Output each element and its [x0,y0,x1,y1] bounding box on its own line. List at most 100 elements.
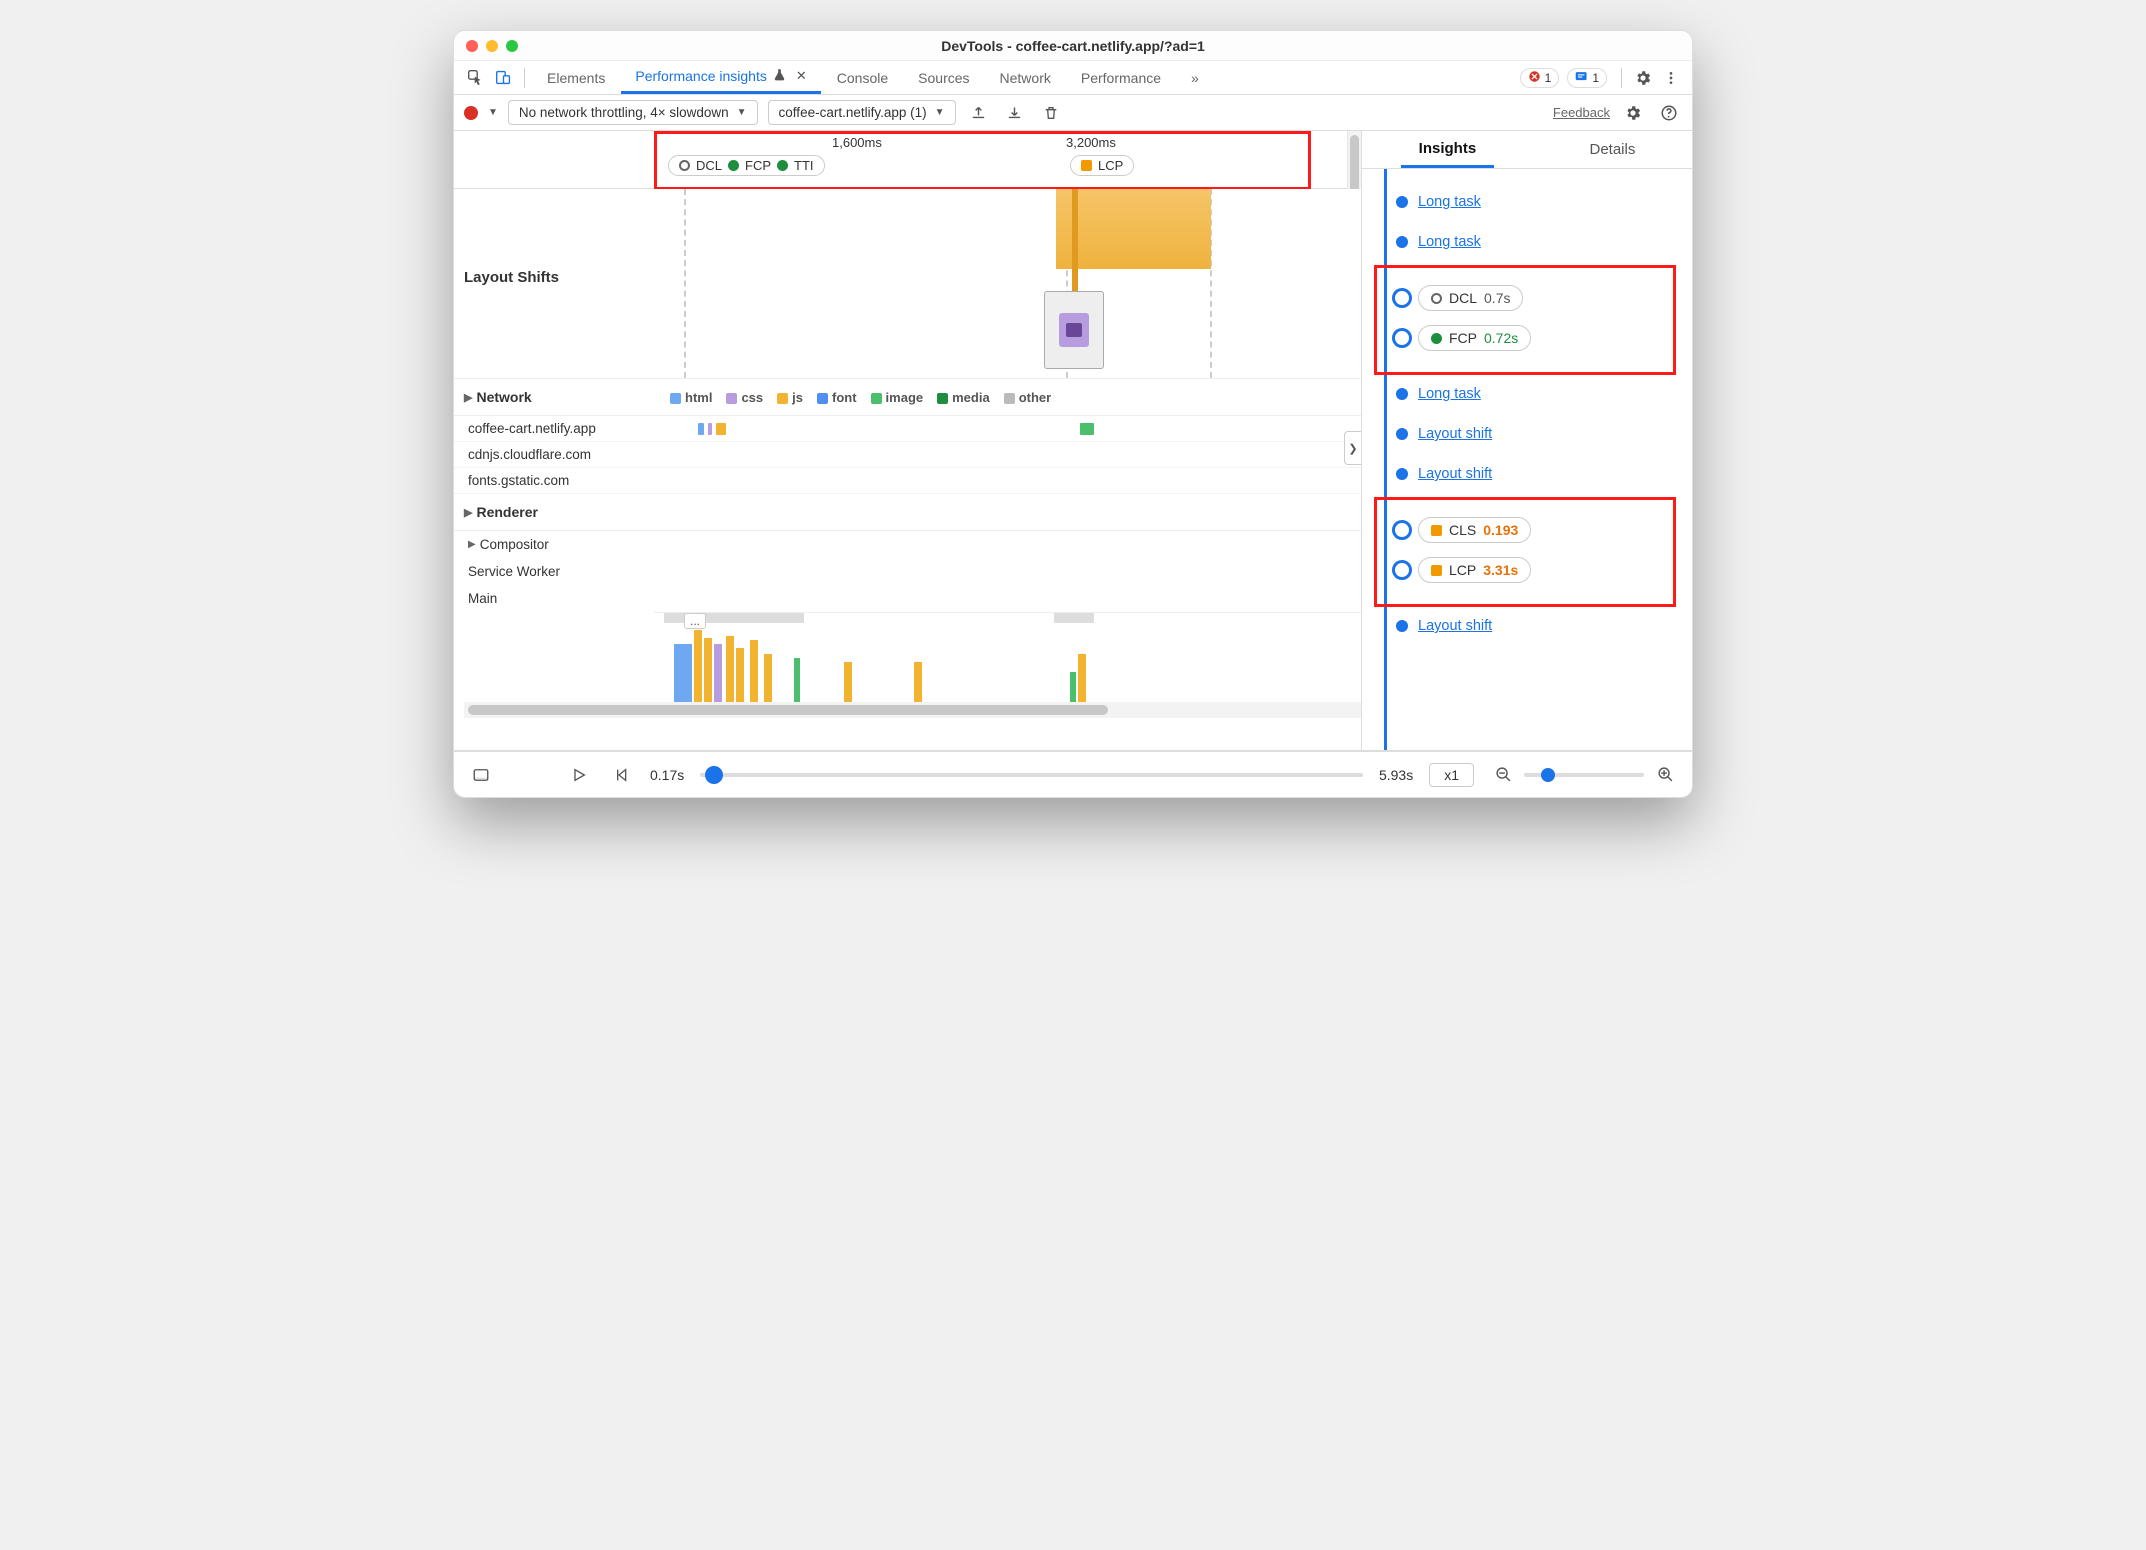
lcp-icon [1431,565,1442,576]
slider-knob-icon[interactable] [705,766,723,784]
fcp-pill[interactable]: FCP 0.72s [1418,325,1531,351]
network-rows: coffee-cart.netlify.app cdnjs.cloudflare… [454,416,1361,494]
timeline-dot-icon [1396,468,1408,480]
layout-shift-link[interactable]: Layout shift [1418,466,1492,482]
insight-dcl[interactable]: DCL 0.7s [1378,283,1682,313]
shift-block[interactable] [1056,189,1211,269]
kebab-icon[interactable] [1658,65,1684,91]
play-icon[interactable] [566,762,592,788]
timeline-ruler[interactable]: 1,600ms 3,200ms DCL FCP TTI LCP [454,131,1361,189]
compositor-row[interactable]: ▶ Compositor [454,531,1361,558]
tab-performance-insights[interactable]: Performance insights ✕ [621,61,820,94]
dcl-pill[interactable]: DCL 0.7s [1418,285,1523,311]
tab-performance[interactable]: Performance [1067,61,1175,95]
tab-sources[interactable]: Sources [904,61,983,95]
insight-layout-shift[interactable]: Layout shift [1378,611,1682,641]
network-row[interactable]: coffee-cart.netlify.app [454,416,1361,442]
divider [1621,68,1622,88]
info-badge[interactable]: 1 [1567,68,1607,88]
playback-slider[interactable] [700,773,1363,777]
playback-speed[interactable]: x1 [1429,763,1474,787]
skip-back-icon[interactable] [608,762,634,788]
insight-cls[interactable]: CLS 0.193 [1378,515,1682,545]
inspect-icon[interactable] [462,65,488,91]
insight-lcp[interactable]: LCP 3.31s [1378,555,1682,585]
long-task-link[interactable]: Long task [1418,194,1481,210]
insight-long-task[interactable]: Long task [1378,187,1682,217]
long-task-link[interactable]: Long task [1418,234,1481,250]
chevron-right-icon: ▶ [464,506,472,519]
insight-long-task[interactable]: Long task [1378,227,1682,257]
insight-fcp[interactable]: FCP 0.72s [1378,323,1682,353]
service-worker-row[interactable]: Service Worker [454,558,1361,585]
tab-console[interactable]: Console [823,61,902,95]
zoom-in-icon[interactable] [1652,762,1678,788]
tab-insights[interactable]: Insights [1401,131,1495,168]
delete-icon[interactable] [1038,100,1064,126]
lcp-label: LCP [1098,158,1123,173]
renderer-track-header[interactable]: ▶ Renderer [454,494,1361,531]
content-area: 1,600ms 3,200ms DCL FCP TTI LCP [454,131,1692,751]
insight-long-task[interactable]: Long task [1378,379,1682,409]
minimize-icon[interactable] [486,40,498,52]
horizontal-scrollbar[interactable] [464,702,1361,718]
tab-network[interactable]: Network [986,61,1065,95]
slider-knob-icon[interactable] [1541,768,1555,782]
close-icon[interactable] [466,40,478,52]
insight-layout-shift[interactable]: Layout shift [1378,419,1682,449]
cls-pill[interactable]: CLS 0.193 [1418,517,1531,543]
error-badge[interactable]: 1 [1520,68,1560,88]
maximize-icon[interactable] [506,40,518,52]
timeline-pane[interactable]: 1,600ms 3,200ms DCL FCP TTI LCP [454,131,1362,750]
network-track-header[interactable]: ▶ Network html css js font image media o… [454,379,1361,416]
zoom-slider[interactable] [1524,773,1644,777]
feedback-link[interactable]: Feedback [1553,105,1610,120]
dcl-icon [1431,293,1442,304]
insights-timeline[interactable]: Long task Long task DCL 0.7s [1362,169,1692,750]
host-label: fonts.gstatic.com [468,473,668,488]
dcl-icon [679,160,690,171]
tabs-overflow[interactable]: » [1177,61,1213,95]
recording-select[interactable]: coffee-cart.netlify.app (1) ▼ [768,100,956,125]
timeline-dot-icon [1396,388,1408,400]
expand-right-pane-icon[interactable]: ❯ [1344,431,1362,465]
settings-icon[interactable] [1630,65,1656,91]
host-label: cdnjs.cloudflare.com [468,447,668,462]
layout-shift-link[interactable]: Layout shift [1418,426,1492,442]
main-flame-chart[interactable]: ... [654,612,1361,702]
download-icon[interactable] [1002,100,1028,126]
shift-spike[interactable] [1072,189,1078,299]
device-toolbar-icon[interactable] [490,65,516,91]
pill-lcp[interactable]: LCP [1070,155,1134,176]
throttling-value: No network throttling, 4× slowdown [519,105,729,120]
timeline-marker-icon [1392,288,1412,308]
close-tab-icon[interactable]: ✕ [796,68,807,84]
main-row[interactable]: Main [454,585,1361,612]
long-task-link[interactable]: Long task [1418,386,1481,402]
network-row[interactable]: cdnjs.cloudflare.com [454,442,1361,468]
insight-layout-shift[interactable]: Layout shift [1378,459,1682,489]
network-row[interactable]: fonts.gstatic.com [454,468,1361,494]
overflow-indicator[interactable]: ... [684,613,706,629]
renderer-label: Renderer [476,504,537,520]
info-count: 1 [1592,71,1599,85]
record-icon[interactable] [464,106,478,120]
tab-details[interactable]: Details [1571,131,1653,169]
zoom-out-icon[interactable] [1490,762,1516,788]
time-end: 5.93s [1379,767,1413,783]
lcp-pill[interactable]: LCP 3.31s [1418,557,1531,583]
metric-pills-right: LCP [1070,155,1134,176]
panel-settings-icon[interactable] [1620,100,1646,126]
shift-thumbnail[interactable] [1044,291,1104,369]
timeline-dot-icon [1396,196,1408,208]
upload-icon[interactable] [966,100,992,126]
pill-dcl-fcp-tti[interactable]: DCL FCP TTI [668,155,825,176]
layout-shifts-track[interactable]: Layout Shifts [454,189,1361,379]
tab-elements[interactable]: Elements [533,61,619,95]
layout-shift-link[interactable]: Layout shift [1418,618,1492,634]
cup-icon [1059,313,1089,347]
record-menu[interactable]: ▼ [488,107,498,118]
screenshot-icon[interactable] [468,762,494,788]
help-icon[interactable] [1656,100,1682,126]
throttling-select[interactable]: No network throttling, 4× slowdown ▼ [508,100,758,125]
